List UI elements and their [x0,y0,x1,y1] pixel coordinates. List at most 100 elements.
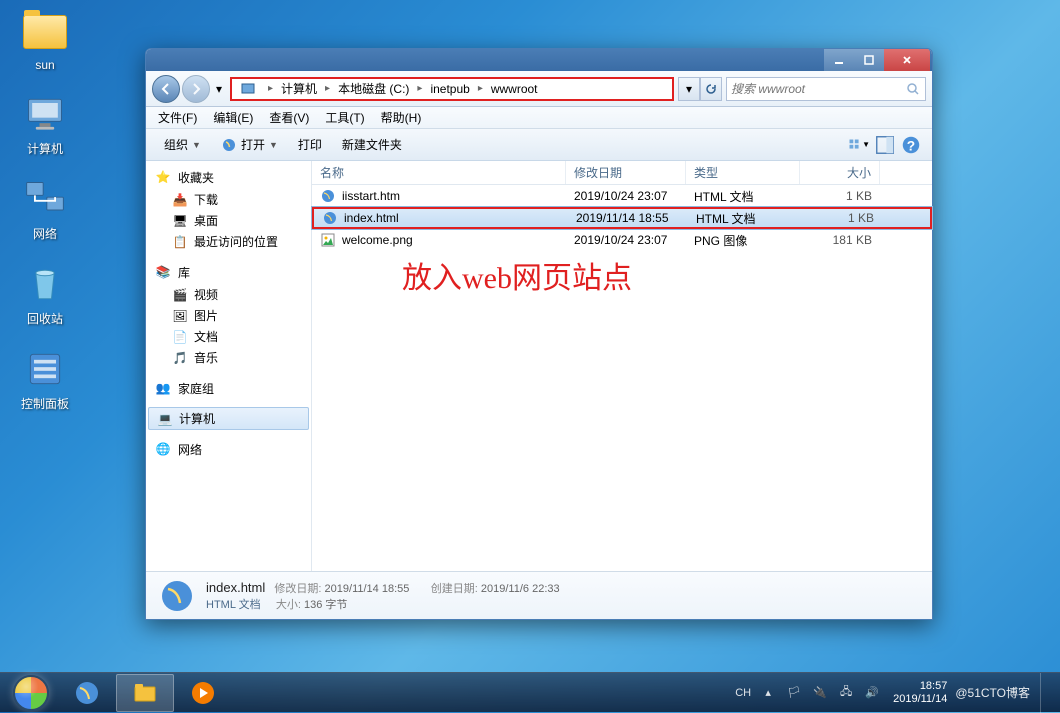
lang-indicator[interactable]: CH [735,684,751,702]
breadcrumb-root[interactable] [234,79,266,99]
png-icon [320,232,336,248]
star-icon: ⭐ [154,168,172,186]
power-icon[interactable]: 🔌 [811,684,829,702]
tray-clock[interactable]: 18:57 2019/11/14 [885,680,955,706]
sidebar-pictures[interactable]: 🖼图片 [146,305,311,326]
refresh-button[interactable] [700,77,722,101]
sidebar-downloads[interactable]: 📥下载 [146,189,311,210]
details-filename: index.html [206,580,265,595]
nav-bar: ▾ ▸ 计算机 ▸ 本地磁盘 (C:) ▸ inetpub ▸ wwwroot … [146,71,932,107]
desktop-icon-network[interactable]: 网络 [8,175,82,242]
computer-icon: 💻 [157,411,173,427]
toolbar: 组织▼ 打开▼ 打印 新建文件夹 ▼ ? [146,129,932,161]
breadcrumb-seg-3[interactable]: wwwroot [485,79,544,99]
music-icon: 🎵 [172,350,188,366]
picture-icon: 🖼 [172,308,188,324]
taskbar: CH ▴ 🏳 🔌 🖧 🔊 18:57 2019/11/14 @51CTO博客 [0,672,1060,712]
file-list: 名称 修改日期 类型 大小 iisstart.htm 2019/10/24 23… [312,161,932,571]
col-size[interactable]: 大小 [800,161,880,184]
file-row[interactable]: welcome.png 2019/10/24 23:07 PNG 图像 181 … [312,229,932,251]
network-icon: 🌐 [154,440,172,458]
address-dropdown[interactable]: ▾ [678,77,700,101]
taskbar-ie[interactable] [58,674,116,712]
menu-bar: 文件(F) 编辑(E) 查看(V) 工具(T) 帮助(H) [146,107,932,129]
download-icon: 📥 [172,192,188,208]
annotation-overlay: 放入web网页站点 [402,253,632,297]
system-tray: CH ▴ 🏳 🔌 🖧 🔊 18:57 2019/11/14 @51CTO博客 [731,673,1056,713]
toolbar-open[interactable]: 打开▼ [211,129,288,160]
sidebar-recent[interactable]: 📋最近访问的位置 [146,231,311,252]
col-name[interactable]: 名称 [312,161,566,184]
svg-text:?: ? [907,138,915,153]
sidebar-homegroup[interactable]: 👥家庭组 [146,376,311,400]
taskbar-explorer[interactable] [116,674,174,712]
menu-view[interactable]: 查看(V) [261,109,317,126]
minimize-button[interactable] [824,49,854,71]
show-desktop-button[interactable] [1040,673,1054,713]
col-date[interactable]: 修改日期 [566,161,686,184]
preview-pane-button[interactable] [874,134,896,156]
desktop-icon-computer[interactable]: 计算机 [8,90,82,157]
column-headers: 名称 修改日期 类型 大小 [312,161,932,185]
help-button[interactable]: ? [900,134,922,156]
explorer-window: ▾ ▸ 计算机 ▸ 本地磁盘 (C:) ▸ inetpub ▸ wwwroot … [145,48,933,620]
search-icon [905,81,921,97]
tray-caret-icon[interactable]: ▴ [759,684,777,702]
close-button[interactable] [884,49,930,71]
desktop-icon-recycle-bin[interactable]: 回收站 [8,260,82,327]
chevron-right-icon: ▸ [415,83,424,94]
maximize-button[interactable] [854,49,884,71]
windows-orb-icon [13,675,49,711]
menu-tools[interactable]: 工具(T) [317,109,372,126]
desktop-icon-sun[interactable]: sun [8,8,82,72]
desktop-icon: 🖥 [172,213,188,229]
search-box[interactable] [726,77,926,101]
chevron-right-icon: ▸ [476,83,485,94]
start-button[interactable] [4,674,58,712]
library-icon: 📚 [154,263,172,281]
sidebar-libraries[interactable]: 📚库 [146,260,311,284]
nav-history-dropdown[interactable]: ▾ [212,80,226,98]
ie-icon [322,210,338,226]
titlebar[interactable] [146,49,932,71]
details-pane: index.html 修改日期: 2019/11/14 18:55 创建日期: … [146,571,932,619]
volume-icon[interactable]: 🔊 [863,684,881,702]
details-type: HTML 文档 [206,599,261,611]
breadcrumb-seg-0[interactable]: 计算机 [275,79,323,99]
col-type[interactable]: 类型 [686,161,800,184]
sidebar-computer[interactable]: 💻计算机 [148,407,309,430]
sidebar-desktop[interactable]: 🖥桌面 [146,210,311,231]
sidebar-music[interactable]: 🎵音乐 [146,347,311,368]
desktop: sun 计算机 网络 回收站 控制面板 [8,8,82,430]
ie-icon [158,577,196,615]
menu-help[interactable]: 帮助(H) [373,109,430,126]
forward-button[interactable] [182,75,210,103]
ie-icon [320,188,336,204]
toolbar-newfolder[interactable]: 新建文件夹 [332,129,412,160]
recent-icon: 📋 [172,234,188,250]
address-bar[interactable]: ▸ 计算机 ▸ 本地磁盘 (C:) ▸ inetpub ▸ wwwroot [230,77,674,101]
breadcrumb-seg-2[interactable]: inetpub [424,79,475,99]
video-icon: 🎬 [172,287,188,303]
taskbar-mediaplayer[interactable] [174,674,232,712]
sidebar-favorites[interactable]: ⭐收藏夹 [146,165,311,189]
back-button[interactable] [152,75,180,103]
toolbar-print[interactable]: 打印 [288,129,332,160]
network-tray-icon[interactable]: 🖧 [837,684,855,702]
toolbar-organize[interactable]: 组织▼ [154,129,211,160]
view-options-button[interactable]: ▼ [848,134,870,156]
desktop-icon-control-panel[interactable]: 控制面板 [8,345,82,412]
sidebar-videos[interactable]: 🎬视频 [146,284,311,305]
menu-file[interactable]: 文件(F) [150,109,205,126]
chevron-right-icon: ▸ [323,83,332,94]
file-row[interactable]: iisstart.htm 2019/10/24 23:07 HTML 文档 1 … [312,185,932,207]
watermark: @51CTO博客 [955,684,1030,701]
sidebar: ⭐收藏夹 📥下载 🖥桌面 📋最近访问的位置 📚库 🎬视频 🖼图片 📄文档 🎵音乐… [146,161,312,571]
action-center-icon[interactable]: 🏳 [785,684,803,702]
menu-edit[interactable]: 编辑(E) [205,109,261,126]
file-row-selected[interactable]: index.html 2019/11/14 18:55 HTML 文档 1 KB [312,207,932,229]
breadcrumb-seg-1[interactable]: 本地磁盘 (C:) [332,79,415,99]
search-input[interactable] [731,82,905,96]
sidebar-documents[interactable]: 📄文档 [146,326,311,347]
sidebar-network[interactable]: 🌐网络 [146,437,311,461]
